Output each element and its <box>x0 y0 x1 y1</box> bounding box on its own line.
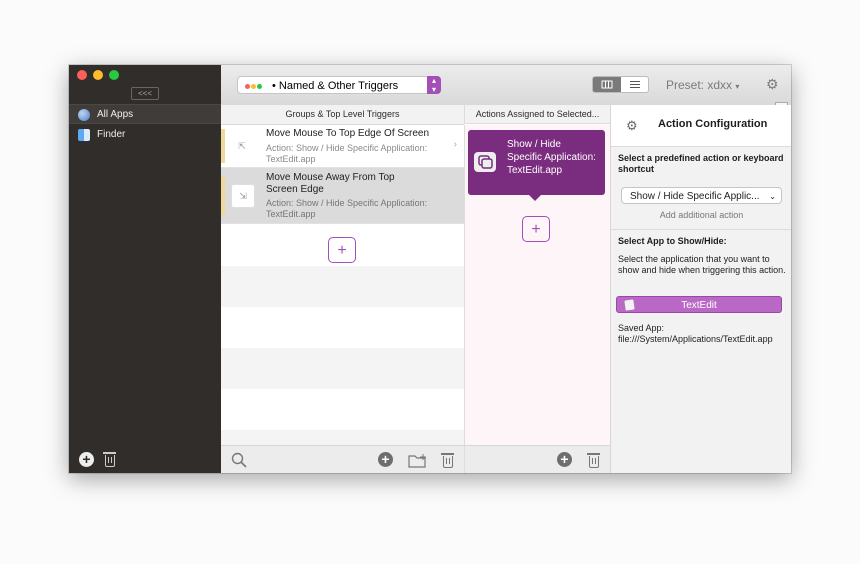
config-header: ⚙ Action Configuration <box>611 105 791 147</box>
view-mode-toggle[interactable] <box>592 76 649 93</box>
textedit-app-icon <box>624 299 635 311</box>
columns-view-button[interactable] <box>593 77 621 92</box>
trigger-color-bar <box>221 176 225 216</box>
columns-icon <box>601 80 613 89</box>
add-additional-action-link[interactable]: Add additional action <box>611 210 791 220</box>
delete-action-icon[interactable] <box>587 453 600 468</box>
saved-app-path: Saved App: file:///System/Applications/T… <box>618 323 773 344</box>
window-stack-icon <box>474 152 496 172</box>
list-icon <box>630 81 640 88</box>
app-description: Select the application that you want to … <box>618 254 786 275</box>
trigger-subtitle: Action: Show / Hide Specific Application… <box>266 198 428 219</box>
chevron-down-icon: ▾ <box>735 82 740 91</box>
trigger-row[interactable]: ⇱ Move Mouse To Top Edge Of Screen Actio… <box>221 125 464 168</box>
divider <box>611 229 791 230</box>
collapse-sidebar-button[interactable]: <<< <box>131 87 159 100</box>
delete-trigger-icon[interactable] <box>441 453 454 468</box>
delete-app-icon[interactable] <box>103 452 116 467</box>
gear-icon[interactable]: ⚙ <box>766 76 779 93</box>
config-title: Action Configuration <box>658 118 768 130</box>
dropdown-value: • Named & Other Triggers <box>272 80 399 92</box>
choose-app-button[interactable]: TextEdit <box>616 296 782 313</box>
app-button-label: TextEdit <box>681 300 717 311</box>
list-stripe <box>221 430 464 445</box>
triggers-column-header: Groups & Top Level Triggers <box>221 105 464 125</box>
predefined-label: Select a predefined action or keyboard s… <box>618 153 784 174</box>
minimize-window-button[interactable] <box>93 70 103 80</box>
gear-icon: ⚙ <box>626 118 638 133</box>
action-configuration-panel: ⚙ Action Configuration Select a predefin… <box>610 102 791 473</box>
select-value: Show / Hide Specific Applic... <box>630 191 760 202</box>
trigger-subtitle: Action: Show / Hide Specific Application… <box>266 143 428 164</box>
actions-column-header: Actions Assigned to Selected... <box>464 105 610 124</box>
sidebar-item-label: All Apps <box>97 109 134 120</box>
search-icon[interactable] <box>231 452 247 468</box>
mouse-edge-icon: ⇲ <box>231 184 255 208</box>
preset-label: Preset: xdxx <box>666 78 733 92</box>
sidebar-item-finder[interactable]: Finder <box>69 125 221 145</box>
add-action-button[interactable]: + <box>522 216 550 242</box>
mouse-edge-icon: ⇱ <box>231 135 253 157</box>
add-app-button[interactable]: + <box>79 452 94 467</box>
action-label: Show / Hide Specific Application: TextEd… <box>507 139 596 176</box>
list-view-button[interactable] <box>621 77 648 92</box>
sidebar: <<< All Apps Finder + <box>69 65 221 473</box>
add-trigger-footer-button[interactable]: + <box>378 452 393 467</box>
trigger-group-dropdown[interactable]: • Named & Other Triggers ▴ ▾ <box>237 76 441 94</box>
sidebar-item-all-apps[interactable]: All Apps <box>69 104 221 124</box>
close-window-button[interactable] <box>77 70 87 80</box>
sidebar-footer: + <box>69 445 221 473</box>
triggers-footer: + <box>221 445 464 473</box>
action-item[interactable]: Show / Hide Specific Application: TextEd… <box>468 130 605 195</box>
traffic-dots-icon <box>245 77 263 95</box>
add-action-footer-button[interactable]: + <box>557 452 572 467</box>
action-pointer-icon <box>529 195 541 201</box>
trigger-color-bar <box>221 129 225 163</box>
chevron-right-icon: › <box>453 139 457 150</box>
trigger-title: Move Mouse To Top Edge Of Screen <box>266 128 430 139</box>
toolbar: • Named & Other Triggers ▴ ▾ Preset: xdxx… <box>221 65 791 106</box>
chevron-updown-icon: ▴ ▾ <box>427 76 441 94</box>
list-stripe <box>221 266 464 307</box>
trigger-row-selected[interactable]: ⇲ Move Mouse Away From Top Screen Edge A… <box>221 168 464 224</box>
trigger-title: Move Mouse Away From Top Screen Edge <box>266 172 395 195</box>
finder-icon <box>78 129 90 141</box>
app-section-title: Select App to Show/Hide: <box>618 236 727 246</box>
app-window: <<< All Apps Finder + • Named & Other Tr… <box>69 65 791 473</box>
add-trigger-button[interactable]: + <box>328 237 356 263</box>
globe-icon <box>78 109 90 121</box>
actions-footer: + <box>464 445 610 473</box>
zoom-window-button[interactable] <box>109 70 119 80</box>
list-stripe <box>221 348 464 389</box>
chevron-down-icon: ⌄ <box>769 192 776 201</box>
new-folder-icon[interactable] <box>408 453 428 468</box>
predefined-action-select[interactable]: Show / Hide Specific Applic... ⌄ <box>621 187 782 204</box>
preset-selector[interactable]: Preset: xdxx ▾ <box>666 78 739 92</box>
sidebar-item-label: Finder <box>97 129 126 140</box>
